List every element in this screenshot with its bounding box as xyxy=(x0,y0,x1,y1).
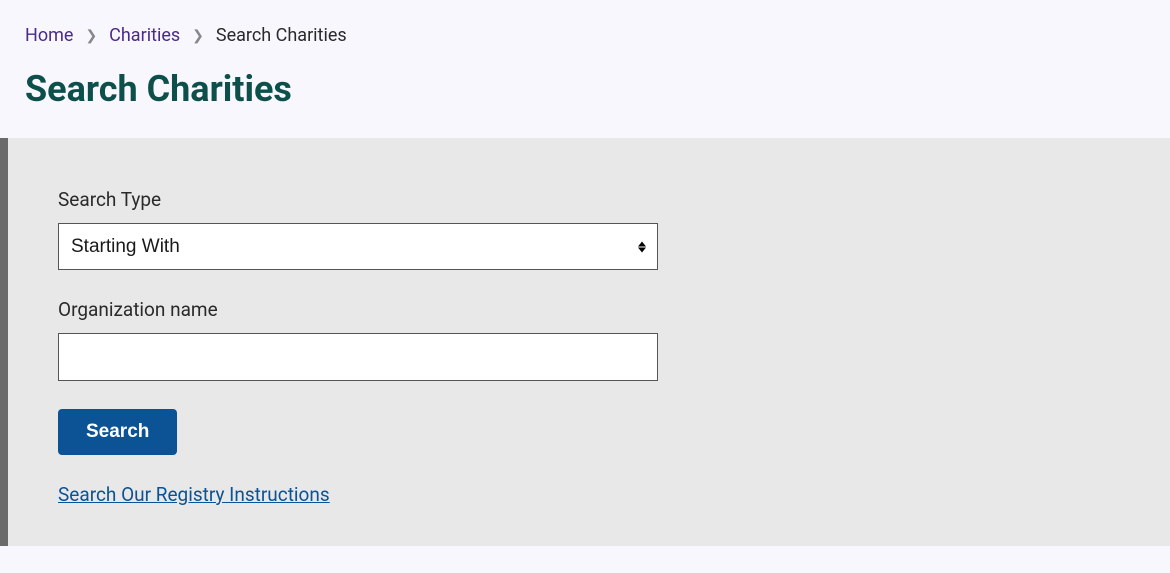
chevron-right-icon: ❯ xyxy=(85,28,97,44)
select-wrapper: Starting With xyxy=(58,223,658,270)
chevron-right-icon: ❯ xyxy=(192,28,204,44)
org-name-label: Organization name xyxy=(58,298,1120,321)
org-name-group: Organization name xyxy=(58,298,1120,381)
search-button[interactable]: Search xyxy=(58,409,177,455)
org-name-input[interactable] xyxy=(58,333,658,381)
search-panel: Search Type Starting With Organization n… xyxy=(0,138,1170,546)
page-title: Search Charities xyxy=(25,68,1145,110)
breadcrumb: Home ❯ Charities ❯ Search Charities xyxy=(25,25,1145,46)
instructions-link[interactable]: Search Our Registry Instructions xyxy=(58,483,330,506)
breadcrumb-charities[interactable]: Charities xyxy=(109,25,180,46)
search-type-label: Search Type xyxy=(58,188,1120,211)
breadcrumb-current: Search Charities xyxy=(216,25,347,46)
search-type-group: Search Type Starting With xyxy=(58,188,1120,270)
search-type-select[interactable]: Starting With xyxy=(58,223,658,270)
breadcrumb-home[interactable]: Home xyxy=(25,25,73,46)
